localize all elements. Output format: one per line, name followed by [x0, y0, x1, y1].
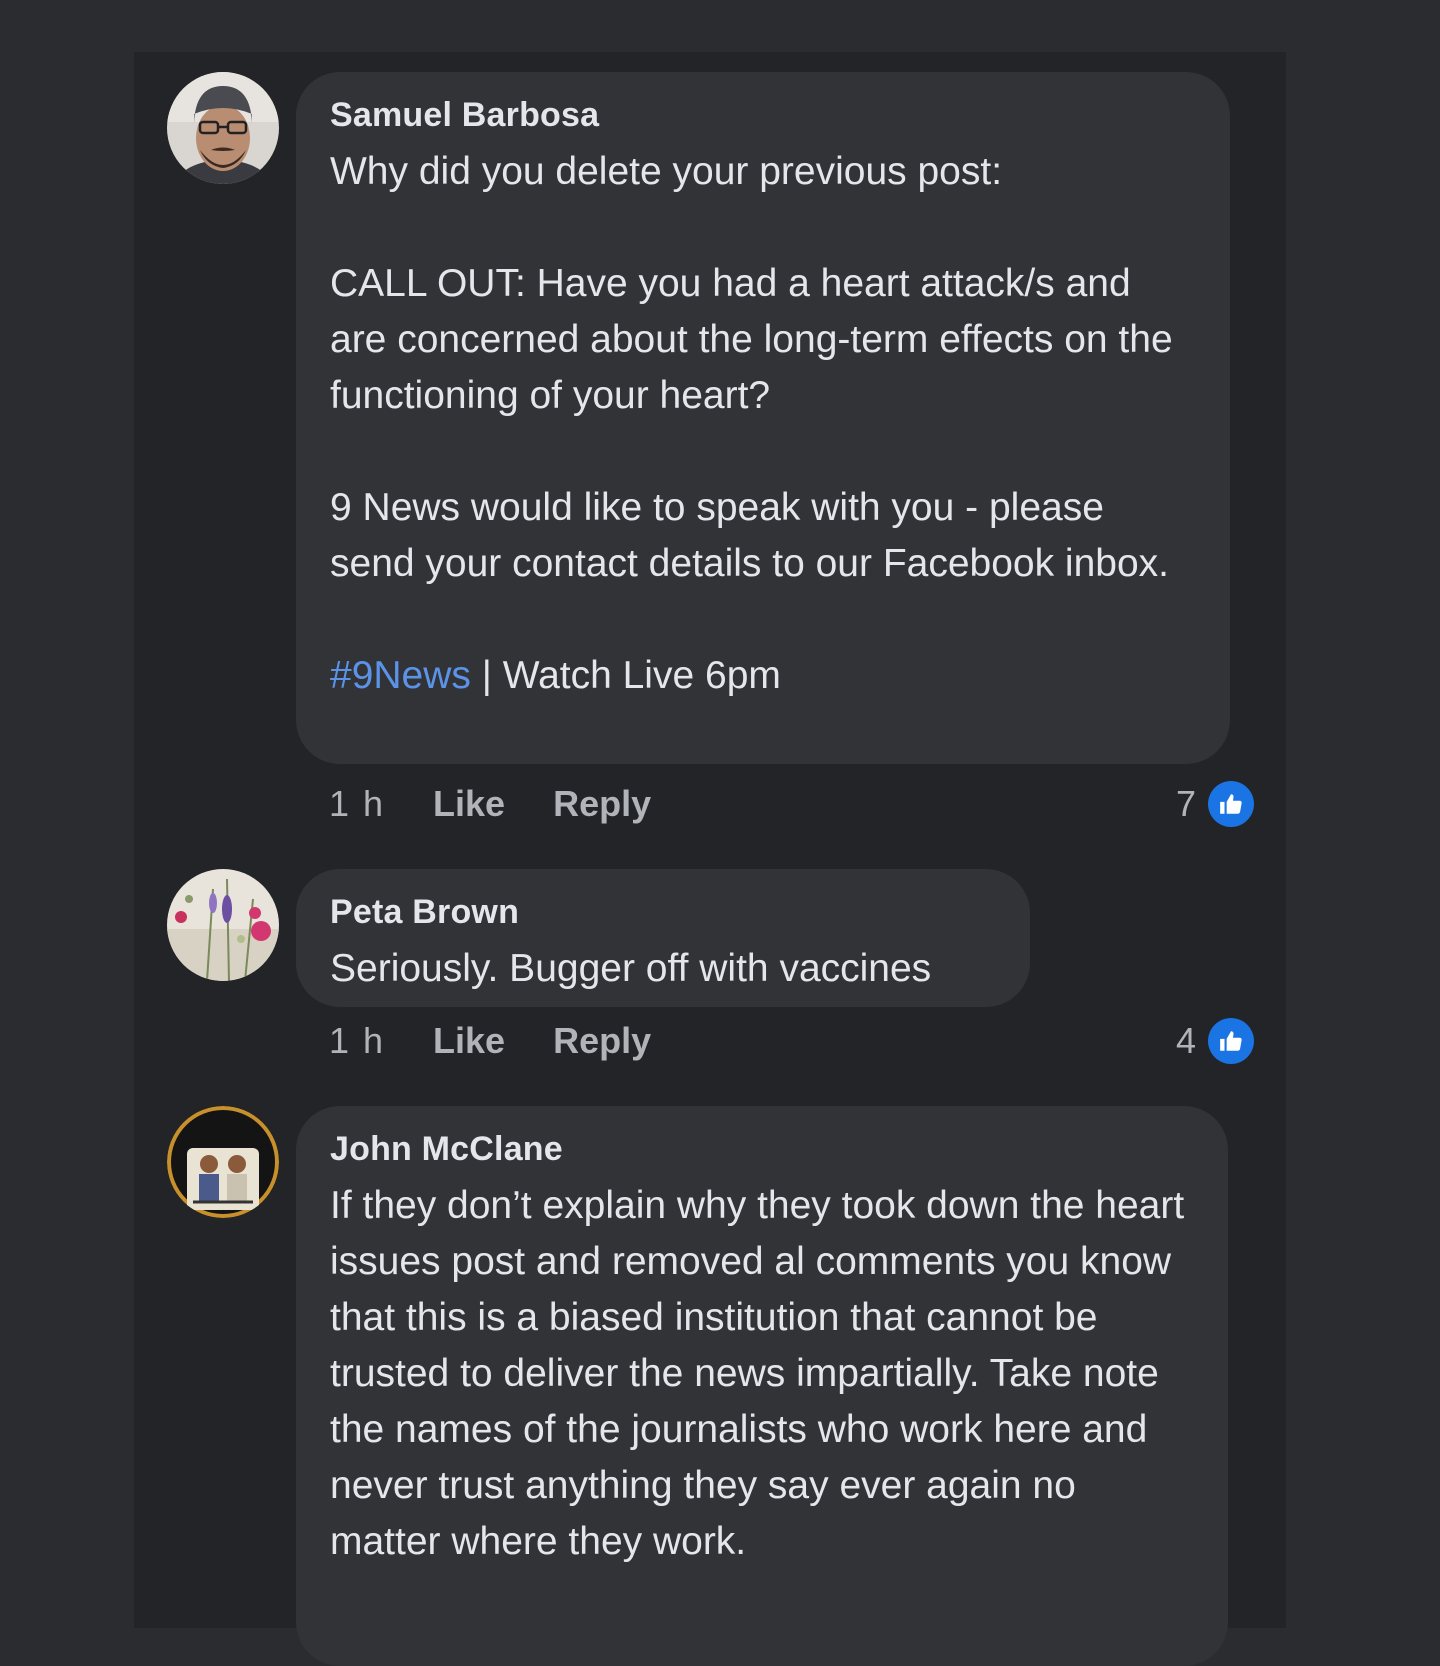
reaction-summary[interactable]: 7 [1176, 779, 1254, 829]
avatar-photo-man-glasses [167, 72, 279, 184]
thumbs-up-icon [1208, 1018, 1254, 1064]
comment-text: Why did you delete your previous post: C… [330, 144, 1196, 704]
avatar-democracy-manifest-logo [167, 1106, 279, 1218]
comment-actions: 1 h Like Reply [329, 779, 699, 829]
comment-author[interactable]: Samuel Barbosa [330, 94, 1196, 136]
thumbs-up-icon [1208, 781, 1254, 827]
reply-button[interactable]: Reply [553, 1020, 651, 1062]
comment-author[interactable]: John McClane [330, 1128, 1194, 1170]
comment-timestamp[interactable]: 1 h [329, 783, 385, 825]
comment-actions: 1 h Like Reply [329, 1016, 699, 1066]
avatar[interactable] [167, 1106, 279, 1218]
reply-button[interactable]: Reply [553, 783, 651, 825]
comment-bubble: John McClane If they don’t explain why t… [296, 1106, 1228, 1666]
like-button[interactable]: Like [433, 1020, 505, 1062]
reaction-count: 7 [1175, 783, 1196, 824]
comment-bubble: Peta Brown Seriously. Bugger off with va… [296, 869, 1030, 1007]
avatar[interactable] [167, 72, 279, 184]
comment-text: Seriously. Bugger off with vaccines [330, 947, 932, 990]
comments-panel: Samuel Barbosa Why did you delete your p… [134, 52, 1286, 1666]
comment-body: Why did you delete your previous post: C… [330, 150, 1173, 585]
like-button[interactable]: Like [433, 783, 505, 825]
comment-timestamp[interactable]: 1 h [329, 1020, 385, 1062]
hashtag-link[interactable]: #9News [330, 654, 471, 697]
comment-author[interactable]: Peta Brown [330, 891, 996, 933]
comment-bubble: Samuel Barbosa Why did you delete your p… [296, 72, 1230, 764]
avatar-photo-flowers [167, 869, 279, 981]
reaction-count: 4 [1175, 1020, 1196, 1061]
comment-tail-text: | Watch Live 6pm [470, 654, 781, 697]
reaction-summary[interactable]: 4 [1176, 1016, 1254, 1066]
comment-text: If they don’t explain why they took down… [330, 1184, 1196, 1563]
avatar[interactable] [167, 869, 279, 981]
